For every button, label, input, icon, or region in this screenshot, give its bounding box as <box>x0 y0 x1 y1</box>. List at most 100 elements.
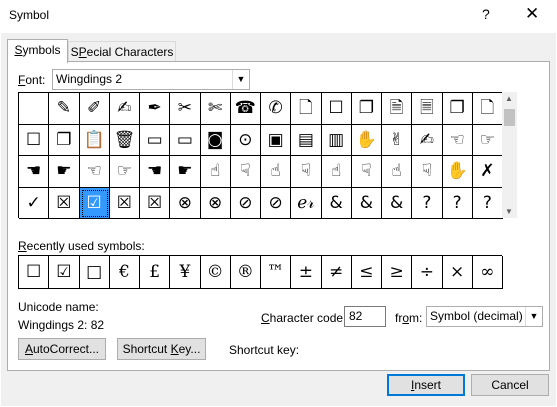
symbol-cell[interactable]: ▤ <box>291 124 322 156</box>
symbol-cell[interactable]: 🗏 <box>412 93 443 125</box>
symbol-cell[interactable]: & <box>321 187 352 219</box>
symbol-cell[interactable]: ☛ <box>49 156 80 188</box>
recent-symbol-cell[interactable]: € <box>109 256 140 289</box>
symbol-cell[interactable]: ✆ <box>261 93 292 125</box>
recent-symbol-cell[interactable]: ≠ <box>321 256 352 289</box>
symbol-cell[interactable]: ☝ <box>261 156 292 188</box>
recent-symbol-cell[interactable]: ¥ <box>170 256 201 289</box>
tab-symbols[interactable]: Symbols <box>7 39 68 63</box>
recent-symbol-cell[interactable]: £ <box>140 256 171 289</box>
chevron-down-icon[interactable]: ▼ <box>525 307 542 326</box>
symbol-cell[interactable]: ⊙ <box>230 124 261 156</box>
symbol-cell[interactable]: ⊗ <box>170 187 201 219</box>
symbol-cell[interactable]: ▭ <box>170 124 201 156</box>
symbol-cell[interactable]: ✌ <box>382 124 413 156</box>
symbol-cell[interactable]: ☟ <box>412 156 443 188</box>
shortcut-key-button[interactable]: Shortcut Key... <box>117 338 206 360</box>
symbol-cell[interactable]: ✒ <box>140 93 171 125</box>
symbol-cell[interactable]: ? <box>442 187 473 219</box>
symbol-cell[interactable]: ☑ <box>79 187 110 219</box>
symbol-cell[interactable]: ☟ <box>291 156 322 188</box>
symbol-cell[interactable]: ▭ <box>140 124 171 156</box>
close-icon[interactable]: ✕ <box>525 4 539 24</box>
symbol-cell[interactable]: ? <box>472 187 503 219</box>
symbol-cell[interactable]: & <box>382 187 413 219</box>
symbol-cell[interactable]: ☛ <box>170 156 201 188</box>
symbol-cell[interactable]: ✐ <box>79 93 110 125</box>
symbol-cell[interactable]: ✓ <box>19 187 50 219</box>
symbol-cell[interactable] <box>19 93 50 125</box>
symbol-cell[interactable]: ⊘ <box>230 187 261 219</box>
recent-symbol-cell[interactable]: ☐ <box>19 256 50 289</box>
symbol-cell[interactable]: 🗎 <box>382 93 413 125</box>
symbol-cell[interactable]: ☒ <box>49 187 80 219</box>
symbol-cell[interactable]: 🗋 <box>291 93 322 125</box>
symbol-cell[interactable]: ☞ <box>472 124 503 156</box>
symbol-cell[interactable]: ⊘ <box>261 187 292 219</box>
symbol-cell[interactable]: ☟ <box>351 156 382 188</box>
symbol-cell[interactable]: ☚ <box>19 156 50 188</box>
symbol-cell[interactable]: ✗ <box>472 156 503 188</box>
recent-symbol-cell[interactable]: ÷ <box>412 256 443 289</box>
character-code-input[interactable]: 82 <box>344 306 386 327</box>
symbol-cell[interactable]: 📋 <box>79 124 110 156</box>
symbol-cell[interactable]: ☎ <box>230 93 261 125</box>
symbol-cell[interactable]: ☝ <box>200 156 231 188</box>
symbol-cell[interactable]: ☞ <box>109 156 140 188</box>
recent-symbol-cell[interactable]: □ <box>79 256 110 289</box>
symbol-cell[interactable]: ▥ <box>321 124 352 156</box>
scroll-down-icon[interactable]: ▼ <box>505 207 513 216</box>
scroll-up-icon[interactable]: ▲ <box>505 94 513 103</box>
symbol-cell[interactable]: ☐ <box>19 124 50 156</box>
tab-special-characters[interactable]: SPecial Characters <box>68 41 176 63</box>
unicode-name-value: Wingdings 2: 82 <box>18 318 105 332</box>
symbol-cell[interactable]: ▣ <box>261 124 292 156</box>
from-select[interactable]: Symbol (decimal) ▼ <box>426 306 543 327</box>
insert-button[interactable]: Insert <box>387 374 465 396</box>
symbol-cell[interactable]: ☝ <box>382 156 413 188</box>
tab-special-label: ecial Characters <box>86 45 174 59</box>
symbol-cell[interactable]: ☝ <box>321 156 352 188</box>
recent-symbol-cell[interactable]: ≤ <box>351 256 382 289</box>
symbol-cell[interactable]: ✍ <box>109 93 140 125</box>
symbol-cell[interactable]: ❐ <box>442 93 473 125</box>
cancel-button[interactable]: Cancel <box>471 374 549 396</box>
symbol-cell[interactable]: ❐ <box>351 93 382 125</box>
scroll-thumb[interactable] <box>504 109 515 126</box>
symbol-cell[interactable]: ☒ <box>109 187 140 219</box>
recent-symbol-cell[interactable]: ™ <box>261 256 292 289</box>
recent-symbol-cell[interactable]: ∞ <box>472 256 503 289</box>
symbol-grid-scrollbar[interactable]: ▲ ▼ <box>502 92 517 218</box>
symbol-cell[interactable]: 🗋 <box>472 93 503 125</box>
help-button[interactable]: ? <box>482 6 490 22</box>
symbol-cell[interactable]: ⊗ <box>200 187 231 219</box>
recent-symbol-cell[interactable]: × <box>442 256 473 289</box>
recent-symbol-cell[interactable]: ® <box>230 256 261 289</box>
symbol-cell[interactable]: ❐ <box>49 124 80 156</box>
symbol-cell[interactable]: ☐ <box>321 93 352 125</box>
recent-symbol-cell[interactable]: © <box>200 256 231 289</box>
symbol-cell[interactable]: ✋ <box>351 124 382 156</box>
symbol-cell[interactable]: ℯ𝓇 <box>291 187 322 219</box>
font-select[interactable]: Wingdings 2 ▼ <box>52 69 250 90</box>
chevron-down-icon[interactable]: ▼ <box>232 70 249 89</box>
symbol-cell[interactable]: ◙ <box>200 124 231 156</box>
symbol-cell[interactable]: ☟ <box>230 156 261 188</box>
recent-symbol-cell[interactable]: ≥ <box>382 256 413 289</box>
symbol-cell[interactable]: ☜ <box>79 156 110 188</box>
symbol-cell[interactable]: ☒ <box>140 187 171 219</box>
symbol-cell[interactable]: & <box>351 187 382 219</box>
recent-symbol-cell[interactable]: ± <box>291 256 322 289</box>
symbol-cell[interactable]: ✂ <box>170 93 201 125</box>
symbol-cell[interactable]: ? <box>412 187 443 219</box>
symbol-cell[interactable]: ☚ <box>140 156 171 188</box>
symbol-cell[interactable]: ☜ <box>442 124 473 156</box>
symbol-cell[interactable]: 🗑 <box>109 124 140 156</box>
symbol-cell[interactable]: ✋ <box>442 156 473 188</box>
recent-symbol-cell[interactable]: ☑ <box>49 256 80 289</box>
symbol-cell[interactable]: ✍ <box>412 124 443 156</box>
symbol-cell[interactable]: ✄ <box>200 93 231 125</box>
autocorrect-button[interactable]: AutoCorrect... <box>18 338 106 360</box>
unicode-name-label: Unicode name: <box>18 300 99 314</box>
symbol-cell[interactable]: ✎ <box>49 93 80 125</box>
